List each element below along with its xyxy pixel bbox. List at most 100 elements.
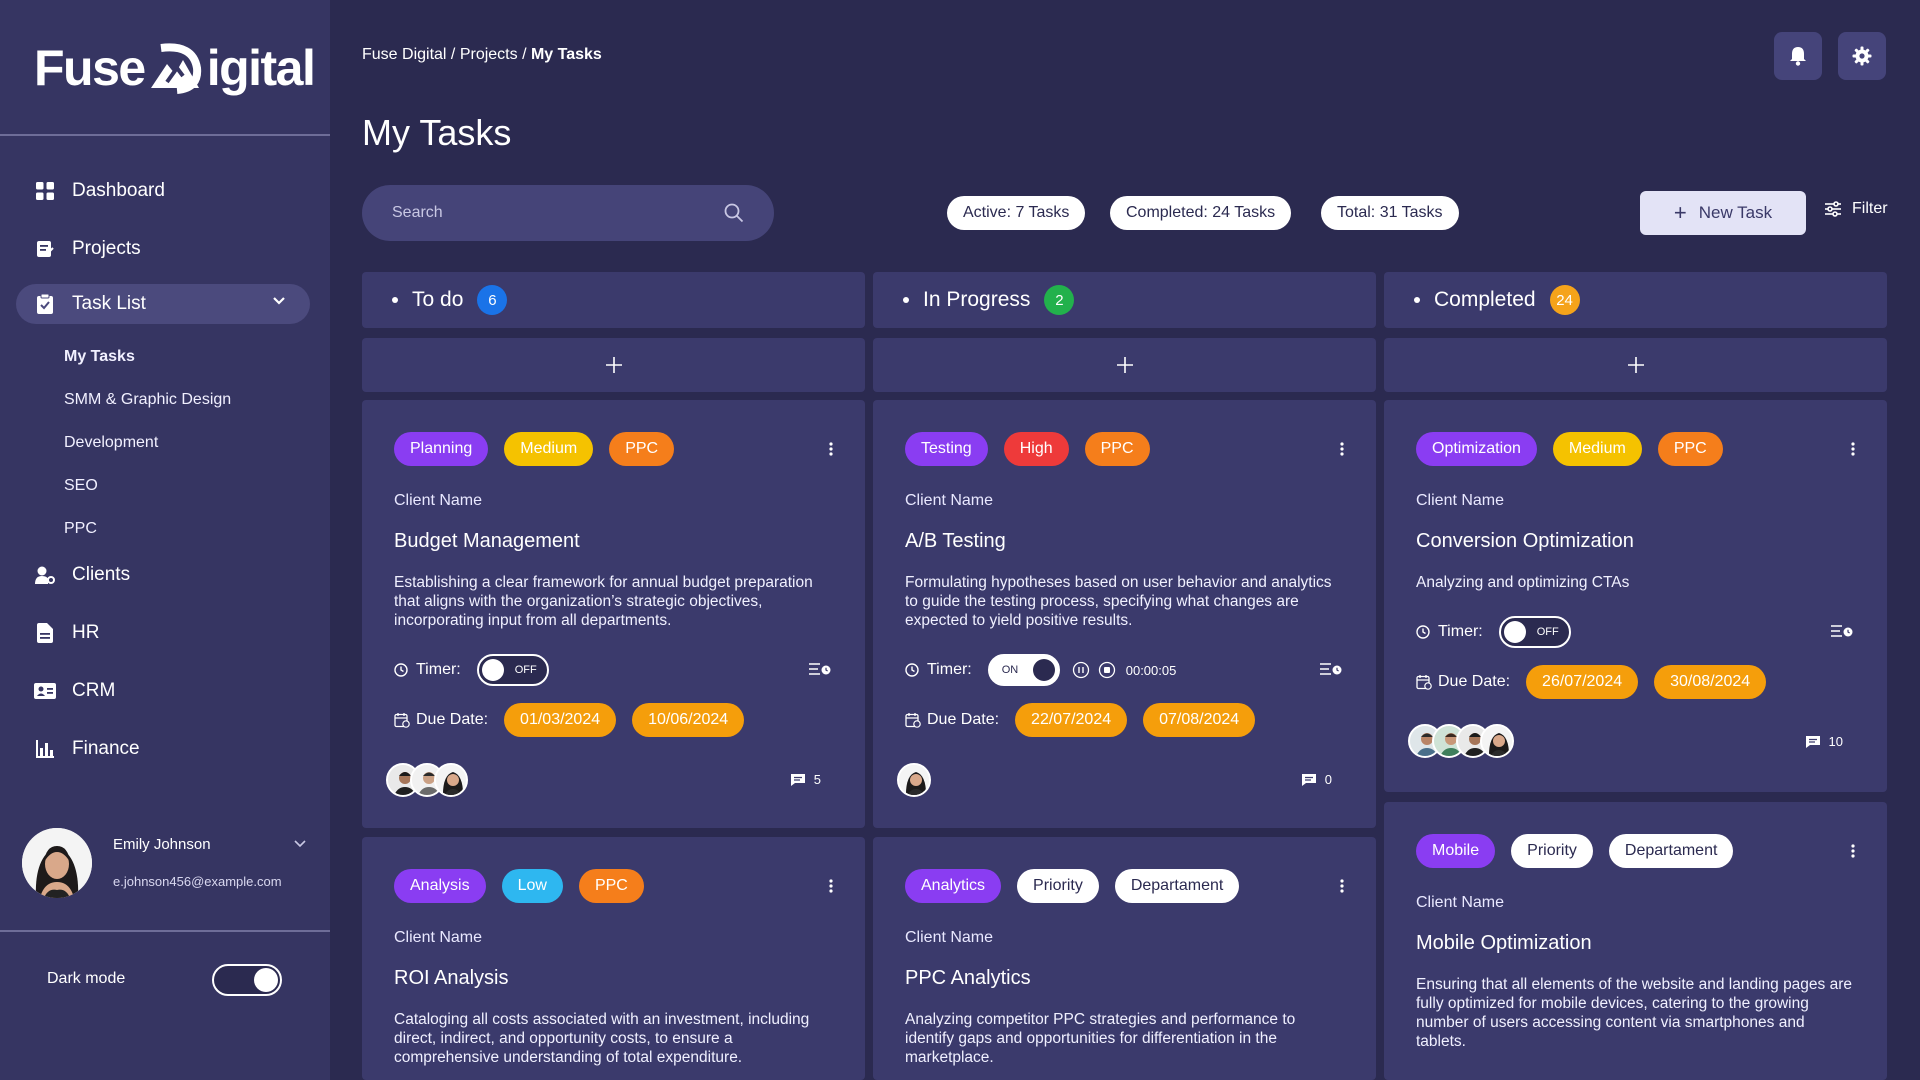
nav-task-list[interactable]: Task List <box>16 284 310 324</box>
end-date-pill[interactable]: 10/06/2024 <box>632 703 745 737</box>
tag-priority[interactable]: Priority <box>1511 834 1593 868</box>
add-task-todo-button[interactable] <box>362 338 865 392</box>
plus-icon <box>605 356 623 374</box>
column-count-badge: 2 <box>1044 285 1075 315</box>
breadcrumb-projects[interactable]: Projects <box>460 46 518 63</box>
nav-hr[interactable]: HR <box>34 615 99 651</box>
tag-department[interactable]: PPC <box>578 869 644 903</box>
comments-count[interactable]: 5 <box>790 772 821 787</box>
subnav-seo[interactable]: SEO <box>64 477 98 495</box>
comments-count[interactable]: 10 <box>1805 734 1843 749</box>
task-title[interactable]: Conversion Optimization <box>1416 530 1634 553</box>
add-task-completed-button[interactable] <box>1384 338 1887 392</box>
user-avatar[interactable] <box>22 828 92 898</box>
start-date-pill[interactable]: 01/03/2024 <box>504 703 617 737</box>
tag-department[interactable]: Departament <box>1114 869 1240 903</box>
tag-department[interactable]: Departament <box>1608 834 1734 868</box>
timer-toggle[interactable]: OFF <box>476 654 549 686</box>
stat-completed[interactable]: Completed: 24 Tasks <box>1110 196 1292 230</box>
end-date-pill[interactable]: 07/08/2024 <box>1143 703 1256 737</box>
task-card[interactable]: Analysis Low PPC Client Name ROI Analysi… <box>362 837 865 1080</box>
tag-category[interactable]: Analysis <box>394 869 486 903</box>
subnav-my-tasks[interactable]: My Tasks <box>64 348 135 366</box>
task-log-icon[interactable] <box>1320 662 1342 676</box>
task-description: Ensuring that all elements of the websit… <box>1416 976 1853 1050</box>
task-title[interactable]: Budget Management <box>394 530 580 553</box>
more-options-icon[interactable] <box>1340 879 1344 893</box>
tag-priority[interactable]: Medium <box>1552 432 1642 466</box>
breadcrumb-root[interactable]: Fuse Digital <box>362 46 446 63</box>
filter-button[interactable]: Filter <box>1824 200 1888 218</box>
tag-department[interactable]: PPC <box>1657 432 1723 466</box>
task-card[interactable]: Planning Medium PPC Client Name Budget M… <box>362 400 865 828</box>
comments-count[interactable]: 0 <box>1301 772 1332 787</box>
toggle-state: OFF <box>514 664 537 676</box>
tag-category[interactable]: Testing <box>905 432 988 466</box>
brand-logo[interactable]: Fuse igital <box>34 30 316 106</box>
more-options-icon[interactable] <box>1851 442 1855 456</box>
nav-clients[interactable]: Clients <box>34 557 130 593</box>
more-options-icon[interactable] <box>829 442 833 456</box>
subnav-ppc[interactable]: PPC <box>64 520 97 538</box>
subnav-smm-graphic-design[interactable]: SMM & Graphic Design <box>64 391 231 409</box>
task-card[interactable]: Testing High PPC Client Name A/B Testing… <box>873 400 1376 828</box>
nav-task-list-label: Task List <box>72 293 146 314</box>
avatar[interactable] <box>434 763 468 797</box>
tag-department[interactable]: PPC <box>609 432 675 466</box>
search-input[interactable] <box>392 204 724 222</box>
tag-category[interactable]: Mobile <box>1416 834 1496 868</box>
tag-category[interactable]: Optimization <box>1416 432 1537 466</box>
task-card[interactable]: Optimization Medium PPC Client Name Conv… <box>1384 400 1887 792</box>
nav-projects[interactable]: Projects <box>34 231 141 267</box>
tag-priority[interactable]: Medium <box>504 432 594 466</box>
task-title[interactable]: Mobile Optimization <box>1416 932 1592 955</box>
stat-active[interactable]: Active: 7 Tasks <box>947 196 1086 230</box>
task-log-icon[interactable] <box>809 662 831 676</box>
plus-icon: + <box>1673 200 1687 225</box>
search-icon[interactable] <box>724 203 744 223</box>
notifications-button[interactable] <box>1774 32 1822 80</box>
tag-category[interactable]: Planning <box>394 432 489 466</box>
nav-finance[interactable]: Finance <box>34 731 140 767</box>
bullet-icon <box>1414 297 1420 303</box>
avatar[interactable] <box>1480 724 1514 758</box>
start-date-pill[interactable]: 22/07/2024 <box>1015 703 1128 737</box>
new-task-button[interactable]: + New Task <box>1640 191 1806 235</box>
more-options-icon[interactable] <box>1340 442 1344 456</box>
task-log-icon[interactable] <box>1831 624 1853 638</box>
calendar-icon <box>1416 674 1432 690</box>
settings-button[interactable] <box>1838 32 1886 80</box>
assignee-avatars <box>897 763 931 797</box>
end-date-pill[interactable]: 30/08/2024 <box>1654 665 1767 699</box>
tag-department[interactable]: PPC <box>1084 432 1150 466</box>
timer-toggle[interactable]: ON <box>987 654 1060 686</box>
task-title[interactable]: ROI Analysis <box>394 967 508 990</box>
task-title[interactable]: A/B Testing <box>905 530 1006 553</box>
nav-crm[interactable]: CRM <box>34 673 115 709</box>
subnav-development[interactable]: Development <box>64 434 158 452</box>
start-date-pill[interactable]: 26/07/2024 <box>1526 665 1639 699</box>
stat-total[interactable]: Total: 31 Tasks <box>1321 196 1459 230</box>
tag-priority[interactable]: Priority <box>1017 869 1099 903</box>
task-title[interactable]: PPC Analytics <box>905 967 1031 990</box>
comment-icon <box>1805 735 1829 749</box>
pause-icon[interactable] <box>1072 661 1090 679</box>
dark-mode-toggle[interactable] <box>212 964 282 996</box>
timer-toggle[interactable]: OFF <box>1498 616 1571 648</box>
tag-priority[interactable]: Low <box>501 869 563 903</box>
more-options-icon[interactable] <box>1851 844 1855 858</box>
stop-icon[interactable] <box>1098 661 1116 679</box>
add-task-in-progress-button[interactable] <box>873 338 1376 392</box>
tag-category[interactable]: Analytics <box>905 869 1002 903</box>
nav-dashboard[interactable]: Dashboard <box>34 173 165 209</box>
chevron-down-icon[interactable] <box>272 296 286 306</box>
new-task-label: New Task <box>1698 203 1773 222</box>
chevron-down-icon[interactable] <box>294 840 306 848</box>
avatar[interactable] <box>897 763 931 797</box>
more-options-icon[interactable] <box>829 879 833 893</box>
bar-chart-icon <box>34 738 56 760</box>
tag-priority[interactable]: High <box>1003 432 1069 466</box>
task-card[interactable]: Mobile Priority Departament Client Name … <box>1384 802 1887 1080</box>
client-name: Client Name <box>1416 492 1505 509</box>
task-card[interactable]: Analytics Priority Departament Client Na… <box>873 837 1376 1080</box>
